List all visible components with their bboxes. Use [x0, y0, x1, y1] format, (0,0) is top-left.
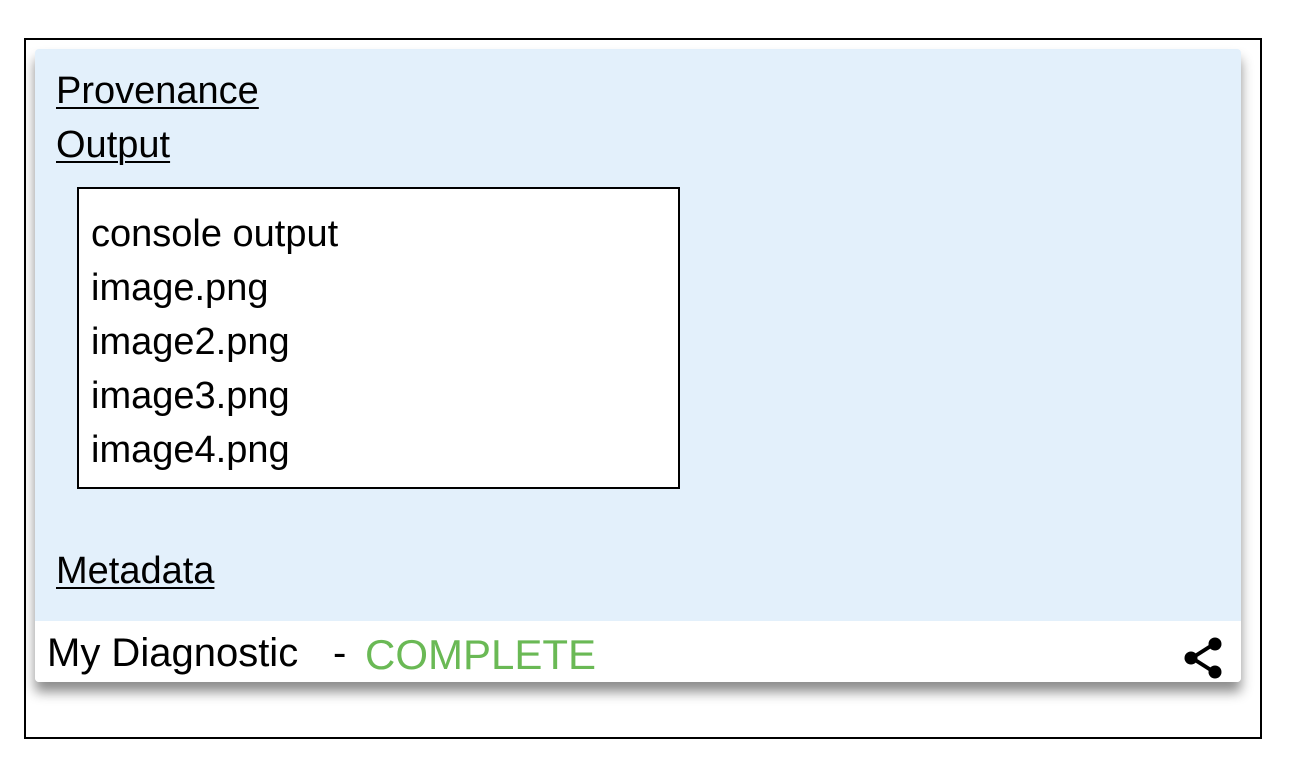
output-item-console-output[interactable]: console output — [91, 207, 678, 261]
diagnostic-card: Provenance Output console output image.p… — [35, 49, 1241, 682]
status-label: COMPLETE — [365, 631, 597, 678]
share-icon — [1184, 637, 1222, 679]
card-footer: My Diagnostic - COMPLETE — [35, 621, 1241, 682]
metadata-link[interactable]: Metadata — [56, 552, 214, 590]
output-link[interactable]: Output — [56, 126, 170, 164]
provenance-link[interactable]: Provenance — [56, 72, 259, 110]
output-item-image[interactable]: image.png — [91, 261, 678, 315]
diagnostic-title: My Diagnostic — [47, 631, 299, 675]
output-list: console output image.png image2.png imag… — [77, 187, 680, 489]
card-body: Provenance Output console output image.p… — [35, 49, 1241, 621]
output-item-image2[interactable]: image2.png — [91, 315, 678, 369]
share-button[interactable] — [1181, 635, 1227, 681]
title-separator: - — [333, 631, 347, 675]
output-item-image3[interactable]: image3.png — [91, 369, 678, 423]
output-item-image4[interactable]: image4.png — [91, 423, 678, 477]
